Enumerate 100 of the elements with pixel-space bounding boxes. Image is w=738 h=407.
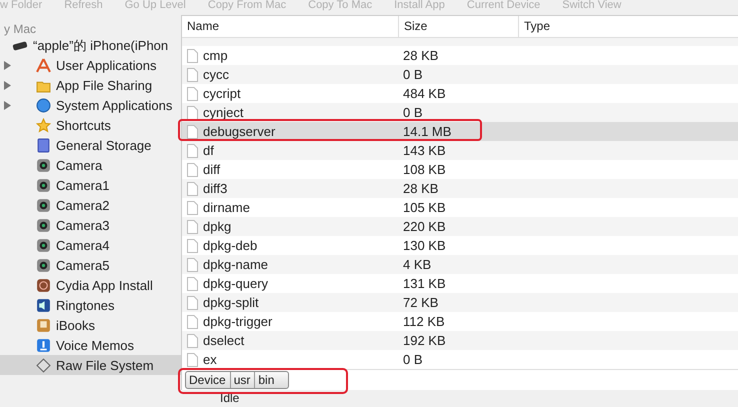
file-size: 143 KB xyxy=(402,142,447,160)
file-row[interactable]: dpkg-trigger 112 KB xyxy=(182,312,738,331)
file-row[interactable]: dpkg-deb 130 KB xyxy=(182,236,738,255)
file-name: ex xyxy=(203,351,217,369)
file-icon xyxy=(187,276,198,290)
file-size: 0 B xyxy=(402,104,424,122)
file-icon xyxy=(187,106,198,120)
file-name: dpkg-query xyxy=(203,275,268,293)
disclosure-triangle-icon[interactable] xyxy=(4,60,10,70)
sidebar-item[interactable]: iBooks xyxy=(0,315,181,335)
column-header[interactable]: Type xyxy=(519,16,738,37)
sidebar-item[interactable]: Camera5 xyxy=(0,255,181,275)
path-segment[interactable]: bin xyxy=(255,372,288,388)
file-row[interactable]: diff 108 KB xyxy=(182,160,738,179)
file-size: 72 KB xyxy=(402,294,440,312)
camera-icon xyxy=(36,178,51,192)
file-name: diff3 xyxy=(203,180,228,198)
file-name: dirname xyxy=(203,199,250,217)
file-row[interactable]: dpkg-split 72 KB xyxy=(182,293,738,312)
microphone-icon xyxy=(36,338,51,352)
file-name: dpkg-name xyxy=(203,256,268,274)
file-size: 0 B xyxy=(402,351,424,369)
phone-icon xyxy=(12,40,28,50)
file-row[interactable]: diff3 28 KB xyxy=(182,179,738,198)
file-icon xyxy=(187,144,198,158)
camera-icon xyxy=(36,238,51,252)
section-heading: y Mac xyxy=(3,21,38,36)
file-icon xyxy=(187,296,198,310)
file-icon xyxy=(187,182,198,196)
file-name: debugserver xyxy=(203,123,276,141)
file-size: 220 KB xyxy=(402,218,447,236)
sidebar-item[interactable]: App File Sharing xyxy=(0,75,181,95)
column-header[interactable]: Size xyxy=(399,16,519,37)
path-segment[interactable]: usr xyxy=(230,372,256,388)
file-size: 484 KB xyxy=(402,85,447,103)
file-size: 28 KB xyxy=(402,180,440,198)
file-row[interactable]: dpkg-query 131 KB xyxy=(182,274,738,293)
file-size: 0 B xyxy=(402,66,424,84)
file-icon xyxy=(187,314,198,328)
file-name: dselect xyxy=(203,332,244,350)
status-text: Idle xyxy=(219,391,240,406)
disclosure-triangle-icon[interactable] xyxy=(4,100,10,110)
sidebar-item[interactable]: Voice Memos xyxy=(0,335,181,355)
file-name: df xyxy=(203,142,214,160)
file-row[interactable]: dselect 192 KB xyxy=(182,331,738,350)
camera-icon xyxy=(36,158,51,172)
file-row[interactable]: ex 0 B xyxy=(182,350,738,369)
sidebar-item[interactable]: General Storage xyxy=(0,135,181,155)
camera-icon xyxy=(36,258,51,272)
file-name: diff xyxy=(203,161,220,179)
path-segment[interactable]: Device xyxy=(186,372,231,388)
camera-icon xyxy=(36,198,51,212)
sidebar-item[interactable]: User Applications xyxy=(0,55,181,75)
file-icon xyxy=(187,220,198,234)
sidebar-item[interactable]: Camera4 xyxy=(0,235,181,255)
file-row[interactable]: dpkg-name 4 KB xyxy=(182,255,738,274)
file-row[interactable]: cynject 0 B xyxy=(182,103,738,122)
file-name: cycc xyxy=(203,66,229,84)
file-size: 112 KB xyxy=(402,313,446,331)
file-row[interactable]: cycc 0 B xyxy=(182,65,738,84)
file-icon xyxy=(187,86,198,100)
file-name: cycript xyxy=(203,85,241,103)
file-size: 108 KB xyxy=(402,161,447,179)
sidebar-item[interactable]: Camera1 xyxy=(0,175,181,195)
file-size: 4 KB xyxy=(402,256,432,274)
file-icon xyxy=(187,162,198,176)
file-name: cynject xyxy=(203,104,244,122)
file-row[interactable]: df 143 KB xyxy=(182,141,738,160)
file-size: 105 KB xyxy=(402,199,447,217)
column-header[interactable]: Name xyxy=(182,16,399,37)
file-row[interactable]: cycript 484 KB xyxy=(182,84,738,103)
file-icon xyxy=(187,238,198,252)
file-row[interactable]: cmp 28 KB xyxy=(182,46,738,65)
file-icon xyxy=(187,258,198,272)
file-name: dpkg-trigger xyxy=(203,313,272,331)
file-size: 130 KB xyxy=(402,237,447,255)
file-size: 192 KB xyxy=(402,332,447,350)
file-name: dpkg xyxy=(203,218,232,236)
sidebar-item[interactable]: Camera2 xyxy=(0,195,181,215)
speaker-icon xyxy=(36,298,51,312)
file-icon xyxy=(187,68,198,82)
sidebar-item[interactable]: System Applications xyxy=(0,95,181,115)
book-icon xyxy=(36,318,51,332)
sidebar-item[interactable]: Shortcuts xyxy=(0,115,181,135)
sidebar-item[interactable]: Ringtones xyxy=(0,295,181,315)
file-icon xyxy=(187,334,198,348)
camera-icon xyxy=(36,218,51,232)
file-size: 28 KB xyxy=(402,47,440,65)
file-row[interactable]: dpkg 220 KB xyxy=(182,217,738,236)
disclosure-triangle-icon[interactable] xyxy=(4,80,10,90)
device-name[interactable]: “apple”的 iPhone(iPhon xyxy=(33,36,168,54)
file-size: 131 KB xyxy=(402,275,447,293)
sidebar-item[interactable]: Camera xyxy=(0,155,181,175)
sidebar-item[interactable]: Camera3 xyxy=(0,215,181,235)
sidebar-item[interactable]: Raw File System xyxy=(0,355,181,375)
file-row[interactable]: dirname 105 KB xyxy=(182,198,738,217)
file-icon xyxy=(187,124,198,138)
file-name: cmp xyxy=(203,47,228,65)
file-icon xyxy=(187,352,198,366)
sidebar-item[interactable]: Cydia App Install xyxy=(0,275,181,295)
